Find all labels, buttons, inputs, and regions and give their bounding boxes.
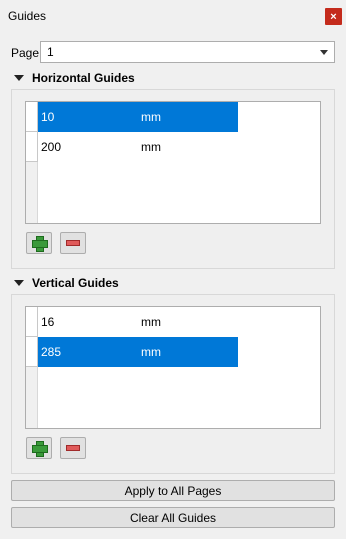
remove-vertical-guide-button[interactable] (60, 437, 86, 459)
apply-to-all-pages-button[interactable]: Apply to All Pages (11, 480, 335, 501)
table-row[interactable]: 16 mm (26, 307, 238, 337)
row-header[interactable] (26, 102, 38, 132)
page-select-value: 1 (47, 45, 54, 59)
guide-unit[interactable]: mm (141, 315, 161, 329)
dropdown-arrow-icon (320, 50, 328, 55)
horizontal-guides-table[interactable]: 10 mm 200 mm (25, 101, 321, 224)
guide-unit[interactable]: mm (141, 345, 161, 359)
guide-position[interactable]: 285 (41, 345, 61, 359)
remove-icon (66, 445, 80, 451)
guide-position[interactable]: 200 (41, 140, 61, 154)
collapse-triangle-icon (14, 280, 24, 286)
horizontal-guides-title: Horizontal Guides (32, 71, 135, 85)
table-row[interactable]: 10 mm (26, 102, 238, 132)
add-icon (32, 236, 48, 252)
row-header[interactable] (26, 307, 38, 337)
remove-icon (66, 240, 80, 246)
row-header[interactable] (26, 132, 38, 162)
table-row[interactable]: 200 mm (26, 132, 238, 162)
row-header[interactable] (26, 337, 38, 367)
add-horizontal-guide-button[interactable] (26, 232, 52, 254)
close-button[interactable]: × (325, 8, 342, 25)
page-label: Page (11, 46, 40, 60)
horizontal-guides-group: 10 mm 200 mm (11, 89, 335, 269)
vertical-guides-header[interactable]: Vertical Guides (14, 276, 119, 290)
collapse-triangle-icon (14, 75, 24, 81)
table-row[interactable]: 285 mm (26, 337, 238, 367)
vertical-guides-title: Vertical Guides (32, 276, 119, 290)
window-title: Guides (8, 9, 47, 23)
page-select[interactable]: 1 (40, 41, 335, 63)
guide-unit[interactable]: mm (141, 110, 161, 124)
add-icon (32, 441, 48, 457)
guide-unit[interactable]: mm (141, 140, 161, 154)
horizontal-guides-header[interactable]: Horizontal Guides (14, 71, 135, 85)
add-vertical-guide-button[interactable] (26, 437, 52, 459)
vertical-guides-table[interactable]: 16 mm 285 mm (25, 306, 321, 429)
close-icon: × (330, 10, 337, 23)
apply-to-all-pages-label: Apply to All Pages (124, 483, 222, 498)
title-bar: Guides × (0, 0, 346, 32)
clear-all-guides-button[interactable]: Clear All Guides (11, 507, 335, 528)
clear-all-guides-label: Clear All Guides (129, 510, 217, 525)
guide-position[interactable]: 10 (41, 110, 54, 124)
remove-horizontal-guide-button[interactable] (60, 232, 86, 254)
guide-position[interactable]: 16 (41, 315, 54, 329)
vertical-guides-group: 16 mm 285 mm (11, 294, 335, 474)
